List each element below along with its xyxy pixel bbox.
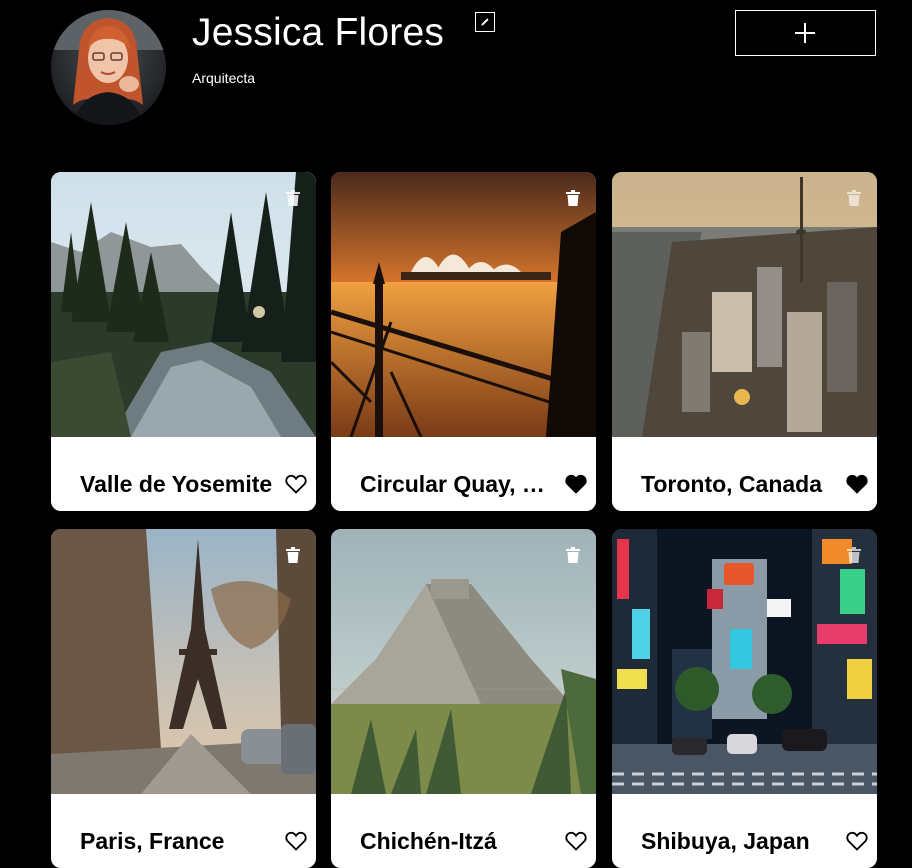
card-caption: Shibuya, Japan xyxy=(612,794,877,868)
delete-card-button[interactable] xyxy=(845,189,863,207)
plus-icon xyxy=(795,23,815,43)
card-caption: Valle de Yosemite xyxy=(51,437,316,511)
like-button[interactable] xyxy=(285,831,307,851)
card-title: Paris, France xyxy=(80,828,225,854)
like-button[interactable] xyxy=(846,831,868,851)
heart-icon xyxy=(565,831,587,851)
card-caption: Toronto, Canada xyxy=(612,437,877,511)
pencil-icon xyxy=(481,18,489,26)
profile-job: Arquitecta xyxy=(192,70,256,86)
card-image[interactable] xyxy=(51,529,316,794)
card: Shibuya, Japan xyxy=(612,529,877,868)
delete-card-button[interactable] xyxy=(845,546,863,564)
card-title: Valle de Yosemite xyxy=(80,471,273,497)
avatar[interactable] xyxy=(51,10,166,125)
card: Chichén-Itzá xyxy=(331,529,596,868)
heart-icon xyxy=(285,831,307,851)
avatar-image xyxy=(51,10,166,125)
card: Valle de Yosemite xyxy=(51,172,316,511)
card-caption: Circular Quay, Sydney xyxy=(331,437,596,511)
card: Circular Quay, Sydney xyxy=(331,172,596,511)
card-image[interactable] xyxy=(51,172,316,437)
profile-name: Jessica Flores xyxy=(192,11,445,54)
delete-card-button[interactable] xyxy=(284,189,302,207)
card-title: Chichén-Itzá xyxy=(360,828,497,854)
card: Paris, France xyxy=(51,529,316,868)
add-card-button[interactable] xyxy=(735,10,876,56)
trash-icon xyxy=(847,547,861,563)
card: Toronto, Canada xyxy=(612,172,877,511)
card-caption: Paris, France xyxy=(51,794,316,868)
heart-icon xyxy=(846,474,868,494)
delete-card-button[interactable] xyxy=(284,546,302,564)
like-button[interactable] xyxy=(285,474,307,494)
card-image[interactable] xyxy=(331,172,596,437)
heart-icon xyxy=(285,474,307,494)
like-button[interactable] xyxy=(565,831,587,851)
trash-icon xyxy=(286,547,300,563)
like-button[interactable] xyxy=(565,474,587,494)
card-caption: Chichén-Itzá xyxy=(331,794,596,868)
like-button[interactable] xyxy=(846,474,868,494)
edit-profile-button[interactable] xyxy=(475,12,495,32)
card-image[interactable] xyxy=(612,529,877,794)
card-image[interactable] xyxy=(612,172,877,437)
card-title: Shibuya, Japan xyxy=(641,828,810,854)
trash-icon xyxy=(847,190,861,206)
card-title: Circular Quay, Sydney xyxy=(360,471,556,497)
trash-icon xyxy=(286,190,300,206)
trash-icon xyxy=(566,547,580,563)
trash-icon xyxy=(566,190,580,206)
profile: Jessica Flores Arquitecta xyxy=(0,0,912,150)
heart-icon xyxy=(565,474,587,494)
delete-card-button[interactable] xyxy=(564,546,582,564)
card-image[interactable] xyxy=(331,529,596,794)
card-title: Toronto, Canada xyxy=(641,471,823,497)
delete-card-button[interactable] xyxy=(564,189,582,207)
heart-icon xyxy=(846,831,868,851)
